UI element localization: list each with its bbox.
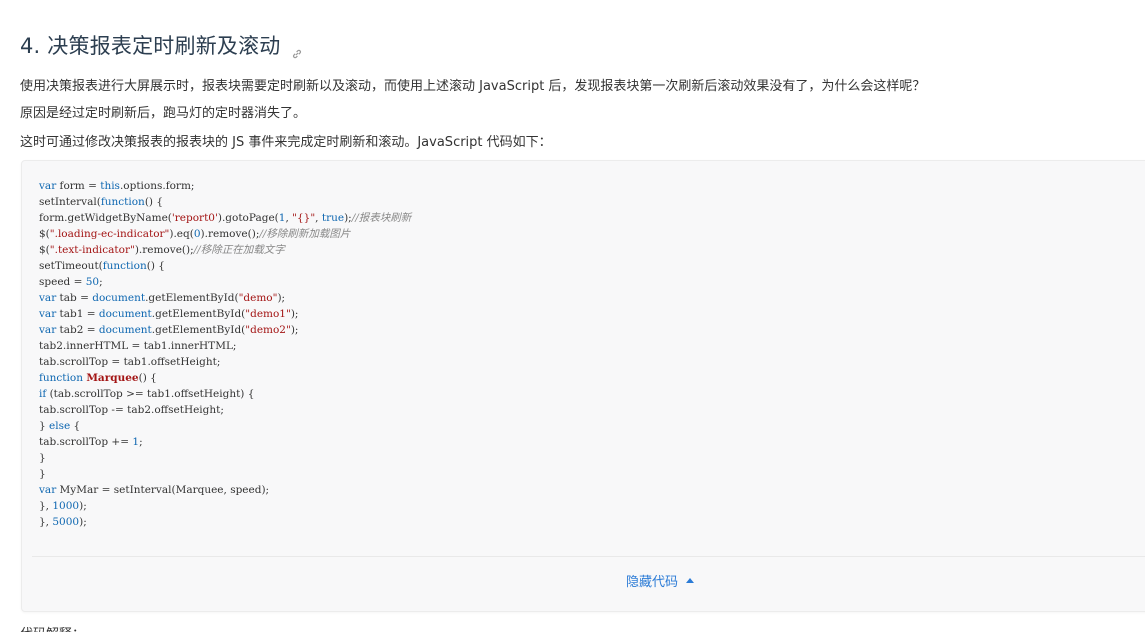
code-line: tab2.innerHTML = tab1.innerHTML; [39,340,237,352]
article-content: 4. 决策报表定时刷新及滚动 使用决策报表进行大屏展示时，报表块需要定时刷新以及… [0,0,1145,632]
section-title: 4. 决策报表定时刷新及滚动 [20,34,281,58]
link-icon[interactable] [291,41,303,59]
code-line: $(".loading-ec-indicator").eq(0).remove(… [39,228,351,240]
code-line: tab.scrollTop -= tab2.offsetHeight; [39,404,224,416]
code-line: tab.scrollTop = tab1.offsetHeight; [39,356,221,368]
code-line: tab.scrollTop += 1; [39,436,143,448]
code-line: } else { [39,420,81,432]
code-line: }, 1000); [39,500,87,512]
paragraph-reason: 原因是经过定时刷新后，跑马灯的定时器消失了。 [20,106,307,121]
code-line: var MyMar = setInterval(Marquee, speed); [39,484,270,496]
code-line: } [39,452,46,464]
code-line: $(".text-indicator").remove();//移除正在加载文字 [39,244,285,256]
hide-code-label: 隐藏代码 [626,575,679,590]
code-line: setInterval(function() { [39,196,164,208]
code-line: var form = this.options.form; [39,180,195,192]
code-explanation-heading: 代码解释： [20,623,85,632]
code-divider [32,556,1145,557]
code-line: if (tab.scrollTop >= tab1.offsetHeight) … [39,388,255,400]
code-line: speed = 50; [39,276,103,288]
paragraph-solution: 这时可通过修改决策报表的报表块的 JS 事件来完成定时刷新和滚动。JavaScr… [20,135,552,150]
code-line: var tab2 = document.getElementById("demo… [39,324,299,336]
code-line: function Marquee() { [39,372,157,384]
hide-code-button[interactable]: 隐藏代码 [626,571,695,590]
code-line: var tab = document.getElementById("demo"… [39,292,286,304]
paragraph-intro: 使用决策报表进行大屏展示时，报表块需要定时刷新以及滚动，而使用上述滚动 Java… [20,79,926,94]
code-line: var tab1 = document.getElementById("demo… [39,308,299,320]
section-heading: 4. 决策报表定时刷新及滚动 [20,30,303,60]
code-line: form.getWidgetByName('report0').gotoPage… [39,212,412,224]
code-line: }, 5000); [39,516,87,528]
caret-up-icon [686,578,695,583]
code-panel: var form = this.options.form; setInterval… [21,160,1145,612]
code-block[interactable]: var form = this.options.form; setInterval… [39,178,411,530]
code-line: } [39,468,46,480]
code-line: setTimeout(function() { [39,260,165,272]
